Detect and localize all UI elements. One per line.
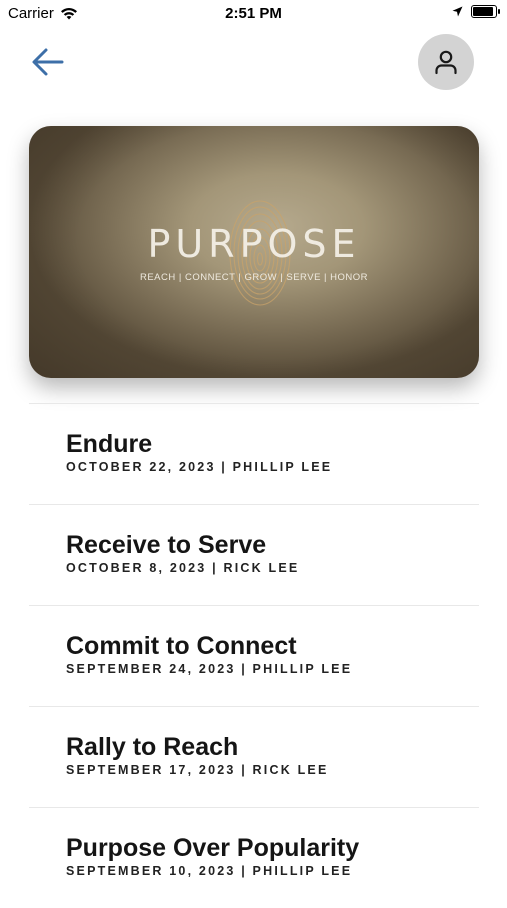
sermon-title: Rally to Reach: [66, 733, 239, 761]
arrow-left-icon: [32, 48, 64, 76]
status-bar: Carrier 2:51 PM: [0, 0, 507, 30]
series-banner[interactable]: PURPOSE REACH | CONNECT | GROW | SERVE |…: [29, 126, 479, 378]
status-time: 2:51 PM: [225, 5, 282, 22]
banner-title: PURPOSE: [147, 222, 361, 266]
sermon-row[interactable]: Rally to Reach SEPTEMBER 17, 2023 | RICK…: [29, 706, 479, 807]
back-button[interactable]: [28, 44, 68, 80]
battery-icon: [471, 5, 500, 18]
sermon-date-speaker: SEPTEMBER 10, 2023 | PHILLIP LEE: [66, 864, 353, 878]
sermon-row[interactable]: Receive to Serve OCTOBER 8, 2023 | RICK …: [29, 504, 479, 605]
banner-subtitle: REACH | CONNECT | GROW | SERVE | HONOR: [139, 272, 369, 283]
sermon-date-speaker: SEPTEMBER 17, 2023 | RICK LEE: [66, 763, 329, 777]
sermon-title: Commit to Connect: [66, 632, 297, 660]
sermon-title: Endure: [66, 430, 153, 458]
status-right: [452, 5, 500, 18]
sermon-row[interactable]: Endure OCTOBER 22, 2023 | PHILLIP LEE: [29, 403, 479, 504]
profile-button[interactable]: [418, 34, 474, 90]
sermon-row[interactable]: Commit to Connect SEPTEMBER 24, 2023 | P…: [29, 605, 479, 706]
sermon-list: Endure OCTOBER 22, 2023 | PHILLIP LEE Re…: [29, 403, 479, 908]
location-arrow-icon: [452, 6, 463, 17]
sermon-title: Receive to Serve: [66, 531, 267, 559]
sermon-date-speaker: SEPTEMBER 24, 2023 | PHILLIP LEE: [66, 662, 353, 676]
sermon-date-speaker: OCTOBER 8, 2023 | RICK LEE: [66, 561, 300, 575]
person-icon: [435, 50, 457, 75]
sermon-title: Purpose Over Popularity: [66, 834, 360, 862]
sermon-row[interactable]: Purpose Over Popularity SEPTEMBER 10, 20…: [29, 807, 479, 908]
sermon-date-speaker: OCTOBER 22, 2023 | PHILLIP LEE: [66, 460, 333, 474]
